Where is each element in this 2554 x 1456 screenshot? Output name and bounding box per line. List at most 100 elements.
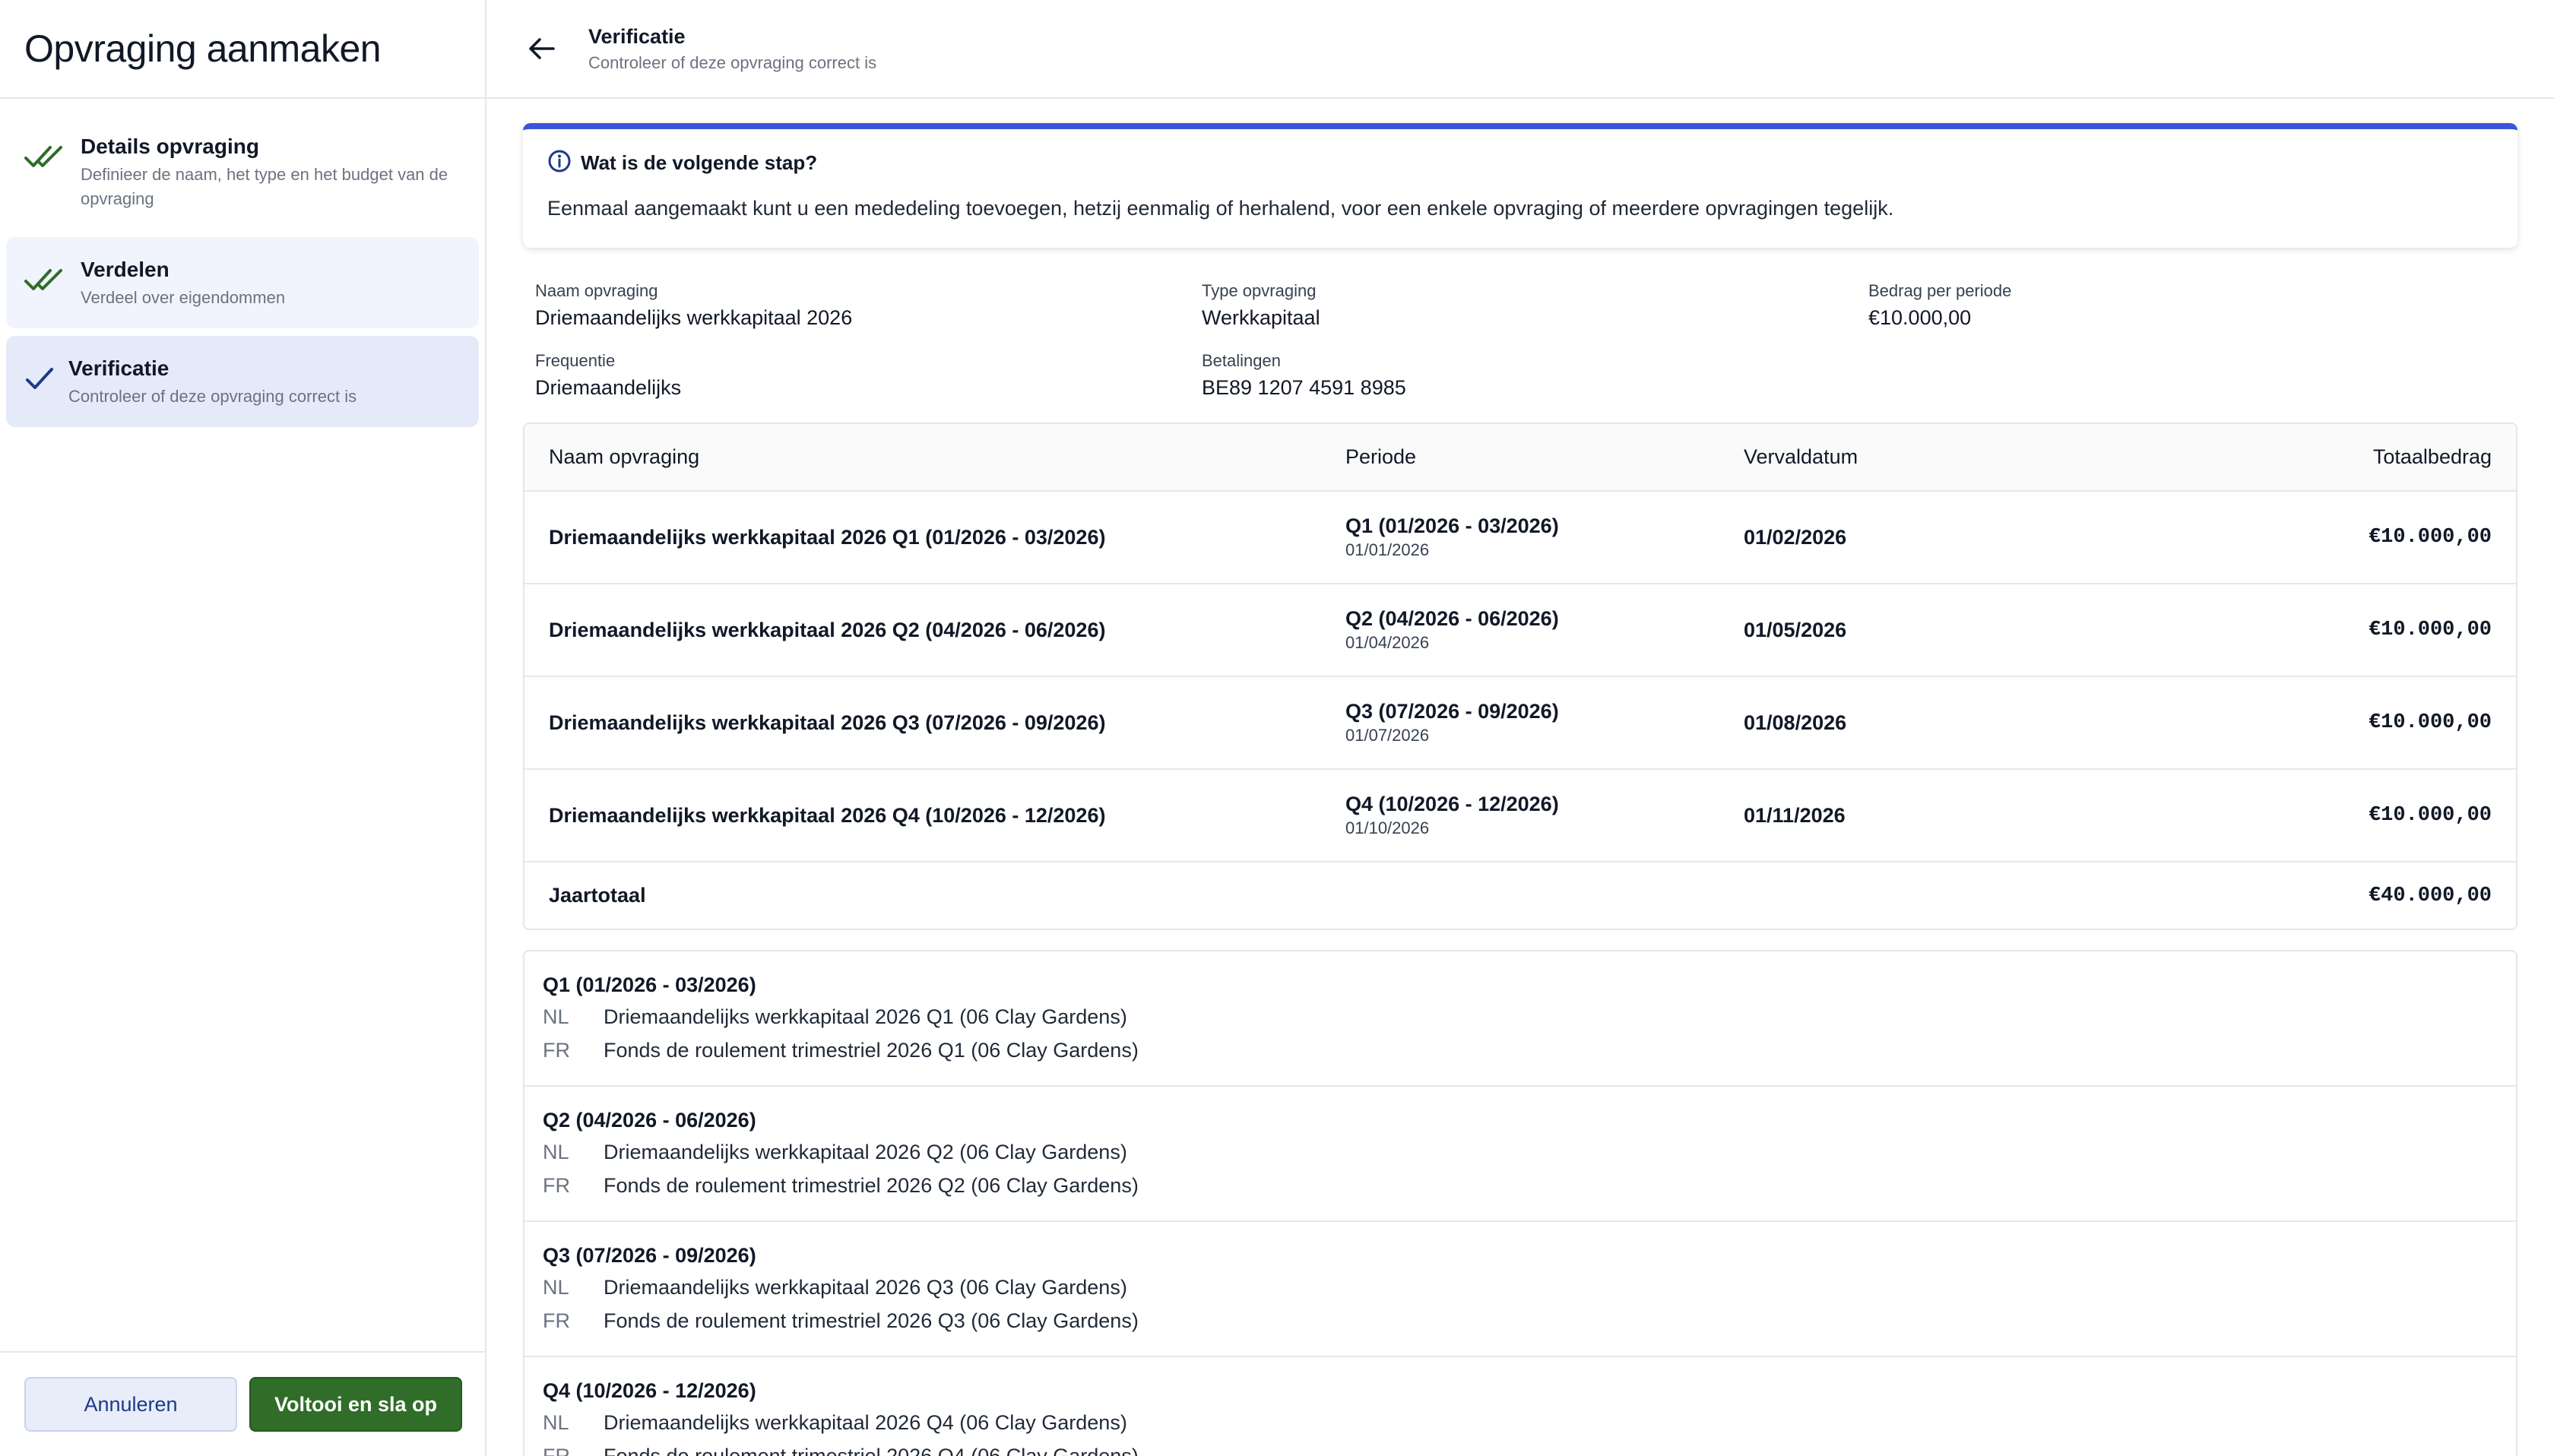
translation-nl: Driemaandelijks werkkapitaal 2026 Q1 (06… xyxy=(604,1005,1127,1028)
list-item: Q1 (01/2026 - 03/2026) NL Driemaandelijks… xyxy=(524,951,2516,1087)
detail-label: Frequentie xyxy=(535,351,616,370)
translations-list: Q1 (01/2026 - 03/2026) NL Driemaandelijks… xyxy=(523,950,2518,1456)
table-row: Driemaandelijks werkkapitaal 2026 Q3 (07… xyxy=(524,676,2516,770)
translation-title: Q3 (07/2026 - 09/2026) xyxy=(543,1244,756,1267)
row-name: Driemaandelijks werkkapitaal 2026 Q2 (04… xyxy=(524,584,1321,677)
app-window: Opvraging aanmaken Details opvraging Def… xyxy=(0,0,2554,1456)
detail-amount: Bedrag per periode €10.000,00 xyxy=(1868,280,2505,331)
sidebar-footer: Annuleren Voltooi en sla op xyxy=(0,1351,485,1456)
detail-label: Bedrag per periode xyxy=(1868,281,2012,300)
verification-content: Wat is de volgende stap? Eenmaal aangema… xyxy=(486,99,2554,1456)
list-item: Q3 (07/2026 - 09/2026) NL Driemaandelijks… xyxy=(524,1222,2516,1357)
detail-value: €10.000,00 xyxy=(1868,306,1972,329)
row-amount: €10.000,00 xyxy=(2039,584,2516,677)
row-due-date: 01/08/2026 xyxy=(1719,676,2039,770)
detail-label: Betalingen xyxy=(1202,351,1281,370)
row-amount: €10.000,00 xyxy=(2039,769,2516,863)
save-button[interactable]: Voltooi en sla op xyxy=(249,1377,462,1432)
translation-nl: Driemaandelijks werkkapitaal 2026 Q3 (06… xyxy=(604,1276,1127,1299)
translation-title: Q2 (04/2026 - 06/2026) xyxy=(543,1109,756,1132)
language-code: FR xyxy=(543,1039,570,1062)
back-arrow-icon[interactable] xyxy=(523,30,559,67)
step-verification[interactable]: Verificatie Controleer of deze opvraging… xyxy=(6,336,479,427)
translation-fr: Fonds de roulement trimestriel 2026 Q3 (… xyxy=(604,1309,1139,1332)
language-code: NL xyxy=(543,1276,569,1299)
row-due-date: 01/05/2026 xyxy=(1719,584,2039,677)
row-name: Driemaandelijks werkkapitaal 2026 Q4 (10… xyxy=(524,769,1321,863)
request-details: Naam opvraging Driemaandelijks werkkapit… xyxy=(523,248,2518,401)
language-code: FR xyxy=(543,1445,570,1456)
period-start: 01/01/2026 xyxy=(1345,540,1430,559)
row-period: Q4 (10/2026 - 12/2026) 01/10/2026 xyxy=(1321,769,1719,863)
language-code: FR xyxy=(543,1174,570,1197)
row-name: Driemaandelijks werkkapitaal 2026 Q1 (01… xyxy=(524,491,1321,584)
period-label: Q3 (07/2026 - 09/2026) xyxy=(1345,700,1559,723)
page-title: Opvraging aanmaken xyxy=(24,27,382,70)
step-title: Verdelen xyxy=(81,258,170,281)
translation-title: Q1 (01/2026 - 03/2026) xyxy=(543,973,756,996)
detail-value: Werkkapitaal xyxy=(1202,306,1320,329)
detail-type: Type opvraging Werkkapitaal xyxy=(1202,280,1868,331)
period-start: 01/07/2026 xyxy=(1345,726,1430,745)
row-name: Driemaandelijks werkkapitaal 2026 Q3 (07… xyxy=(524,676,1321,770)
info-body: Eenmaal aangemaakt kunt u een mededeling… xyxy=(547,197,1894,220)
period-label: Q2 (04/2026 - 06/2026) xyxy=(1345,607,1559,630)
language-code: NL xyxy=(543,1411,569,1434)
row-amount: €10.000,00 xyxy=(2039,676,2516,770)
translation-fr: Fonds de roulement trimestriel 2026 Q1 (… xyxy=(604,1039,1139,1062)
cancel-button[interactable]: Annuleren xyxy=(24,1377,237,1432)
double-check-icon xyxy=(24,255,70,293)
detail-frequency: Frequentie Driemaandelijks xyxy=(535,350,1202,401)
table-header-row: Naam opvraging Periode Vervaldatum Totaa… xyxy=(524,424,2516,492)
wizard-steps: Details opvraging Definieer de naam, het… xyxy=(0,99,485,427)
list-item: Q4 (10/2026 - 12/2026) NL Driemaandelijks… xyxy=(524,1357,2516,1456)
detail-label: Type opvraging xyxy=(1202,281,1317,300)
detail-value: Driemaandelijks xyxy=(535,376,682,399)
row-amount: €10.000,00 xyxy=(2039,491,2516,584)
column-header-name: Naam opvraging xyxy=(524,424,1321,492)
language-code: FR xyxy=(543,1309,570,1332)
row-due-date: 01/02/2026 xyxy=(1719,491,2039,584)
step-title: Details opvraging xyxy=(81,135,259,158)
table-row: Driemaandelijks werkkapitaal 2026 Q2 (04… xyxy=(524,584,2516,677)
detail-label: Naam opvraging xyxy=(535,281,658,300)
detail-payments: Betalingen BE89 1207 4591 8985 xyxy=(1202,350,1868,401)
step-description: Verdeel over eigendommen xyxy=(81,288,286,307)
period-label: Q4 (10/2026 - 12/2026) xyxy=(1345,793,1559,815)
info-icon xyxy=(547,149,572,177)
table-row: Driemaandelijks werkkapitaal 2026 Q1 (01… xyxy=(524,491,2516,584)
period-label: Q1 (01/2026 - 03/2026) xyxy=(1345,514,1559,537)
column-header-due: Vervaldatum xyxy=(1719,424,2039,492)
translation-nl: Driemaandelijks werkkapitaal 2026 Q4 (06… xyxy=(604,1411,1127,1434)
total-amount: €40.000,00 xyxy=(2368,884,2492,907)
detail-value: Driemaandelijks werkkapitaal 2026 xyxy=(535,306,853,329)
column-header-total: Totaalbedrag xyxy=(2039,424,2516,492)
translation-fr: Fonds de roulement trimestriel 2026 Q4 (… xyxy=(604,1445,1139,1456)
period-start: 01/04/2026 xyxy=(1345,633,1430,652)
requests-table: Naam opvraging Periode Vervaldatum Totaa… xyxy=(523,423,2518,930)
total-label: Jaartotaal xyxy=(549,884,646,907)
table-total-row: Jaartotaal €40.000,00 xyxy=(524,862,2516,929)
row-period: Q1 (01/2026 - 03/2026) 01/01/2026 xyxy=(1321,491,1719,584)
main-panel: Verificatie Controleer of deze opvraging… xyxy=(486,0,2554,1456)
step-description: Controleer of deze opvraging correct is xyxy=(68,387,357,406)
list-item: Q2 (04/2026 - 06/2026) NL Driemaandelijks… xyxy=(524,1087,2516,1222)
row-period: Q2 (04/2026 - 06/2026) 01/04/2026 xyxy=(1321,584,1719,677)
translation-nl: Driemaandelijks werkkapitaal 2026 Q2 (06… xyxy=(604,1141,1127,1163)
step-distribute[interactable]: Verdelen Verdeel over eigendommen xyxy=(6,237,479,328)
step-description: Definieer de naam, het type en het budge… xyxy=(81,165,448,208)
next-step-info-box: Wat is de volgende stap? Eenmaal aangema… xyxy=(523,123,2518,248)
table-row: Driemaandelijks werkkapitaal 2026 Q4 (10… xyxy=(524,769,2516,863)
main-header: Verificatie Controleer of deze opvraging… xyxy=(486,0,2554,99)
check-icon xyxy=(24,354,68,392)
period-start: 01/10/2026 xyxy=(1345,818,1430,837)
step-details[interactable]: Details opvraging Definieer de naam, het… xyxy=(6,114,479,229)
detail-value: BE89 1207 4591 8985 xyxy=(1202,376,1406,399)
translation-fr: Fonds de roulement trimestriel 2026 Q2 (… xyxy=(604,1174,1139,1197)
language-code: NL xyxy=(543,1141,569,1163)
column-header-period: Periode xyxy=(1321,424,1719,492)
header-title: Verificatie xyxy=(588,25,686,48)
row-due-date: 01/11/2026 xyxy=(1719,769,2039,863)
wizard-sidebar: Opvraging aanmaken Details opvraging Def… xyxy=(0,0,486,1456)
translation-title: Q4 (10/2026 - 12/2026) xyxy=(543,1379,756,1402)
